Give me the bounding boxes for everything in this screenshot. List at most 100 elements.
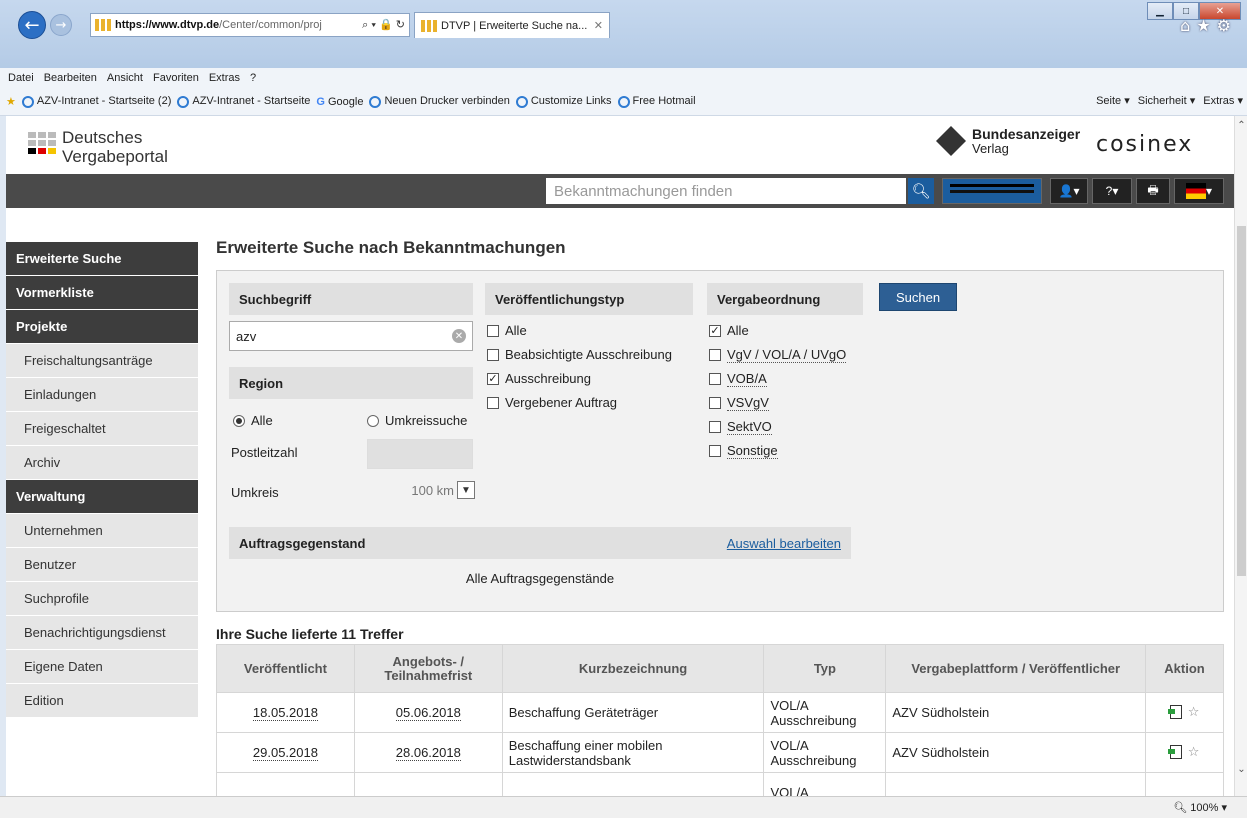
minimize-icon[interactable]: ▁: [1147, 2, 1173, 20]
vertical-scrollbar[interactable]: ⌃ ⌄: [1234, 116, 1247, 796]
date-value[interactable]: 18.05.2018: [252, 705, 318, 721]
favorites-star-icon[interactable]: ★: [6, 95, 16, 108]
help-menu-icon[interactable]: ?▾: [1092, 178, 1132, 204]
checkbox-typ-2[interactable]: ✓ Ausschreibung: [487, 371, 591, 386]
gear-icon[interactable]: ⚙: [1217, 16, 1237, 35]
scroll-up-icon[interactable]: ⌃: [1235, 118, 1247, 132]
german-flag-icon: [1185, 183, 1206, 199]
sidebar-item-suchprofile[interactable]: Suchprofile: [6, 582, 198, 616]
column-header[interactable]: Vergabeplattform / Veröffentlicher: [885, 644, 1147, 693]
checkbox-empty-icon: [709, 397, 721, 409]
sidebar-item-einladungen[interactable]: Einladungen: [6, 378, 198, 412]
menu-extras[interactable]: Extras: [209, 72, 240, 84]
sidebar-item-freigeschaltet[interactable]: Freigeschaltet: [6, 412, 198, 446]
favorite-link[interactable]: AZV-Intranet - Startseite: [177, 95, 310, 108]
checkbox-ordnung-4[interactable]: SektVO: [709, 419, 772, 435]
checkbox-checked-icon: ✓: [487, 371, 499, 385]
checkbox-ordnung-2[interactable]: VOB/A: [709, 371, 767, 387]
sidebar-item-unternehmen[interactable]: Unternehmen: [6, 514, 198, 548]
favorite-link[interactable]: Free Hotmail: [617, 95, 696, 108]
favorite-link[interactable]: Neuen Drucker verbinden: [369, 95, 510, 108]
column-header[interactable]: Angebots- / Teilnahmefrist: [353, 644, 503, 693]
address-bar[interactable]: https://www.dtvp.de/Center/common/proj ⌕…: [90, 13, 410, 37]
page-menu[interactable]: Seite ▾: [1096, 94, 1130, 107]
column-header[interactable]: Kurzbezeichnung: [501, 644, 765, 693]
star-icon[interactable]: ★: [1196, 16, 1216, 35]
column-header[interactable]: Veröffentlicht: [216, 644, 355, 693]
table-row[interactable]: VOL/A: [216, 772, 1224, 796]
zoom-value: 100%: [1190, 802, 1219, 814]
menu-datei[interactable]: Datei: [8, 72, 34, 84]
address-tools[interactable]: ⌕ ▾ 🔒 ↻: [362, 18, 405, 32]
search-term-input[interactable]: azv ✕: [229, 321, 473, 351]
sidebar-item-eigene-daten[interactable]: Eigene Daten: [6, 650, 198, 684]
checkbox-ordnung-3[interactable]: VSVgV: [709, 395, 769, 411]
language-menu[interactable]: ▾: [1174, 178, 1224, 204]
user-name-box[interactable]: [942, 178, 1042, 204]
date-value[interactable]: 28.06.2018: [395, 745, 461, 761]
forward-arrow-icon[interactable]: →: [50, 14, 72, 36]
search-icon[interactable]: 🔍︎: [908, 178, 934, 204]
back-arrow-icon[interactable]: ←: [18, 11, 46, 39]
checkbox-ordnung-1[interactable]: VgV / VOL/A / UVgO: [709, 347, 847, 363]
table-cell: VOL/A Ausschreibung: [763, 692, 887, 733]
sidebar-item-freischaltungsanträge[interactable]: Freischaltungsanträge: [6, 344, 198, 378]
table-cell: [353, 772, 503, 796]
favorite-link[interactable]: G Google: [316, 96, 363, 108]
sidebar-item-archiv[interactable]: Archiv: [6, 446, 198, 480]
menu-ansicht[interactable]: Ansicht: [107, 72, 143, 84]
site-logo-text[interactable]: Deutsches Vergabeportal: [62, 128, 168, 166]
checkbox-typ-1[interactable]: Beabsichtigte Ausschreibung: [487, 347, 672, 362]
sidebar-item-projekte[interactable]: Projekte: [6, 310, 198, 344]
clear-icon[interactable]: ✕: [452, 329, 466, 343]
menu-help[interactable]: ?: [250, 72, 256, 84]
browser-tab[interactable]: DTVP | Erweiterte Suche na... ✕: [414, 12, 610, 38]
sidebar-item-verwaltung[interactable]: Verwaltung: [6, 480, 198, 514]
radio-region-umkreis[interactable]: Umkreissuche: [367, 413, 467, 428]
home-icon[interactable]: ⌂: [1180, 16, 1196, 35]
sidebar-item-vormerkliste[interactable]: Vormerkliste: [6, 276, 198, 310]
date-value[interactable]: 05.06.2018: [395, 705, 461, 721]
radio-region-alle[interactable]: Alle: [233, 413, 273, 428]
plz-input[interactable]: [367, 439, 473, 469]
favorite-link[interactable]: Customize Links: [515, 95, 612, 108]
security-menu[interactable]: Sicherheit ▾: [1138, 94, 1196, 107]
favorite-link[interactable]: AZV-Intranet - Startseite (2): [21, 95, 171, 108]
checkbox-typ-3[interactable]: Vergebener Auftrag: [487, 395, 617, 410]
scroll-down-icon[interactable]: ⌄: [1235, 762, 1247, 776]
radio-dot: [233, 414, 245, 427]
table-row[interactable]: 29.05.2018 28.06.2018 Beschaffung einer mo…: [216, 732, 1224, 773]
checkbox-typ-0[interactable]: Alle: [487, 323, 527, 338]
column-header[interactable]: Aktion: [1145, 644, 1224, 693]
table-cell: [216, 772, 355, 796]
scroll-thumb[interactable]: [1237, 226, 1246, 576]
open-document-icon[interactable]: [1167, 705, 1182, 719]
umkreis-select[interactable]: 100 km ▼: [393, 477, 475, 503]
sidebar-item-benachrichtigungsdienst[interactable]: Benachrichtigungsdienst: [6, 616, 198, 650]
menu-bearbeiten[interactable]: Bearbeiten: [44, 72, 97, 84]
edit-selection-link[interactable]: Auswahl bearbeiten: [727, 536, 841, 551]
quick-search-input[interactable]: Bekanntmachungen finden: [546, 178, 906, 204]
bookmark-star-icon[interactable]: ☆: [1188, 705, 1200, 720]
sidebar-item-erweiterte-suche[interactable]: Erweiterte Suche: [6, 242, 198, 276]
sidebar-item-edition[interactable]: Edition: [6, 684, 198, 718]
print-icon[interactable]: 🖶: [1136, 178, 1170, 204]
zoom-level[interactable]: 🔍︎ 100% ▾: [1173, 801, 1227, 814]
bookmark-star-icon[interactable]: ☆: [1188, 745, 1200, 760]
table-row[interactable]: 18.05.2018 05.06.2018 Beschaffung Gerätetr…: [216, 692, 1224, 733]
date-value[interactable]: 29.05.2018: [252, 745, 318, 761]
checkbox-ordnung-0[interactable]: ✓ Alle: [709, 323, 749, 338]
column-header[interactable]: Typ: [763, 644, 887, 693]
gegenstand-value: Alle Auftragsgegenstände: [465, 571, 615, 586]
user-menu-icon[interactable]: 👤▾: [1050, 178, 1088, 204]
open-document-icon[interactable]: [1167, 745, 1182, 759]
menu-favoriten[interactable]: Favoriten: [153, 72, 199, 84]
tab-close-icon[interactable]: ✕: [594, 19, 603, 32]
extras-menu[interactable]: Extras ▾: [1203, 94, 1243, 107]
favorite-label: Google: [328, 95, 364, 108]
checkbox-ordnung-5[interactable]: Sonstige: [709, 443, 778, 459]
checkbox-label: VgV / VOL/A / UVgO: [727, 347, 847, 363]
umkreis-value: 100 km: [411, 482, 454, 498]
search-button[interactable]: Suchen: [879, 283, 957, 311]
sidebar-item-benutzer[interactable]: Benutzer: [6, 548, 198, 582]
